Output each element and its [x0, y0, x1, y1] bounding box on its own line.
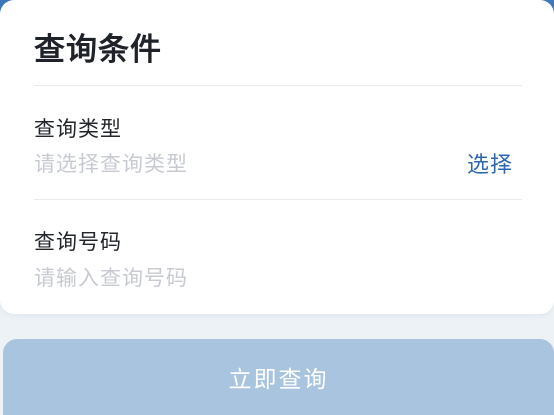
divider-top [34, 85, 522, 86]
select-button[interactable]: 选择 [467, 147, 513, 179]
card-title: 查询条件 [34, 32, 162, 68]
query-number-input[interactable]: 请输入查询号码 [34, 262, 188, 292]
query-number-label: 查询号码 [34, 230, 122, 254]
query-type-select[interactable]: 请选择查询类型 [34, 148, 188, 178]
query-conditions-card: 查询条件 查询类型 请选择查询类型 选择 查询号码 请输入查询号码 [0, 0, 554, 314]
divider-middle [34, 199, 522, 200]
query-type-label: 查询类型 [34, 117, 122, 141]
submit-query-button[interactable]: 立即查询 [3, 339, 554, 415]
